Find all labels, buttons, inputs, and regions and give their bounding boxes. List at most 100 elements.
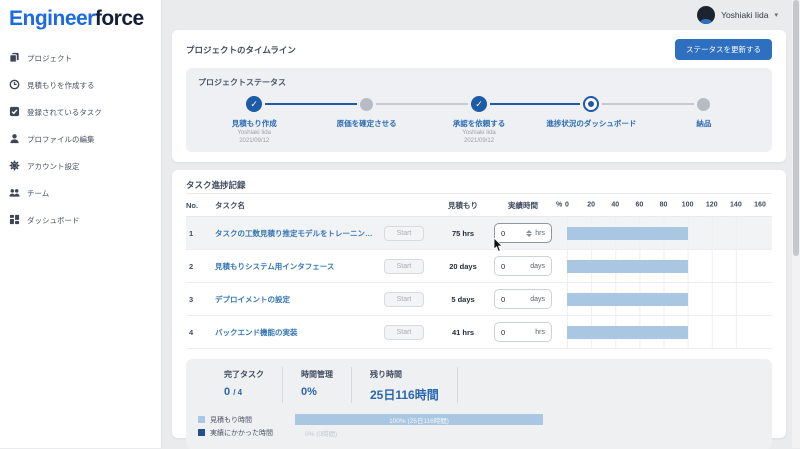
- sidebar-item-create-estimate[interactable]: 見積もりを作成する: [0, 72, 161, 99]
- step-label: 原価を確定させる: [337, 118, 397, 129]
- actual-unit: hrs: [535, 329, 545, 336]
- step-request-approval: ✓ 承認を依頼する Yoshiaki Iida 2021/09/12: [423, 95, 535, 145]
- step-assignee: Yoshiaki Iida: [237, 129, 270, 137]
- task-name-link[interactable]: バックエンド機能の実装: [215, 327, 377, 338]
- stat-label: 残り時間: [370, 369, 439, 380]
- sidebar-item-registered-tasks[interactable]: 登録されているタスク: [0, 99, 161, 126]
- team-icon: [9, 187, 20, 200]
- app-logo[interactable]: Engineerforce: [0, 0, 161, 45]
- stat-label: 完了タスク: [224, 369, 264, 380]
- chevron-down-icon: ▾: [774, 11, 778, 19]
- actual-bar-label: 0% (0時間): [305, 428, 337, 438]
- start-button[interactable]: Start: [384, 325, 424, 340]
- stat-suffix: / 4: [233, 388, 242, 397]
- col-actual: 実績時間: [494, 200, 552, 211]
- estimate-value: 20 days: [439, 262, 487, 271]
- estimate-bar: [567, 227, 688, 240]
- step-progress-dashboard: 進捗状況のダッシュボード: [535, 95, 647, 145]
- sidebar-item-label: アカウント設定: [27, 161, 80, 172]
- sidebar-item-label: プロファイルの編集: [27, 134, 95, 145]
- scrollbar-thumb[interactable]: [793, 0, 799, 256]
- status-panel-title: プロジェクトステータス: [198, 77, 760, 88]
- estimate-bar: [567, 326, 688, 339]
- sidebar-item-label: チーム: [27, 188, 49, 199]
- estimate-bar: [567, 293, 688, 306]
- chart-axis: % 0 20 40 60 80 100 120 140 160: [559, 194, 772, 216]
- axis-tick: 0: [565, 202, 569, 209]
- stat-value: 0: [224, 386, 230, 398]
- stat-label: 時間管理: [301, 369, 333, 380]
- col-name: タスク名: [215, 200, 377, 211]
- sidebar-item-label: プロジェクト: [27, 53, 72, 64]
- status-stepper: ✓ 見積もり作成 Yoshiaki Iida 2021/09/12 原価を確定さ…: [198, 95, 760, 145]
- start-button[interactable]: Start: [384, 292, 424, 307]
- actual-value: 0: [501, 262, 527, 271]
- project-status-panel: プロジェクトステータス ✓ 見積もり作成 Yoshiaki Iida 2021/…: [186, 68, 772, 152]
- step-label: 見積もり作成: [232, 118, 277, 129]
- table-row: 3 デプロイメントの設定 Start 5 days 0 days: [186, 283, 772, 316]
- actual-hours-input[interactable]: 0 hrs: [494, 322, 552, 342]
- estimate-value: 5 days: [439, 295, 487, 304]
- table-row: 2 見積もりシステム用インタフェース Start 20 days 0 days: [186, 250, 772, 283]
- sidebar-item-team[interactable]: チーム: [0, 180, 161, 207]
- start-button[interactable]: Start: [384, 259, 424, 274]
- axis-tick: 120: [706, 202, 718, 209]
- progress-chart-cell: [559, 316, 772, 348]
- step-estimate-created: ✓ 見積もり作成 Yoshiaki Iida 2021/09/12: [198, 95, 310, 145]
- task-table: No. タスク名 見積もり 実績時間 % 0 20 40 60 80 100 1…: [186, 193, 772, 449]
- sidebar-item-account-settings[interactable]: アカウント設定: [0, 153, 161, 180]
- sidebar-item-edit-profile[interactable]: プロファイルの編集: [0, 126, 161, 153]
- step-pending-icon: [697, 98, 710, 111]
- step-done-icon: ✓: [246, 96, 262, 112]
- axis-tick: 80: [660, 202, 668, 209]
- actual-unit: hrs: [535, 230, 545, 237]
- actual-unit: days: [530, 296, 545, 303]
- legend-actual-time: 実績にかかった時間 0% (0時間): [198, 426, 760, 439]
- step-label: 進捗状況のダッシュボード: [546, 118, 636, 129]
- task-name-link[interactable]: デプロイメントの設定: [215, 294, 377, 305]
- progress-chart-cell: [559, 250, 772, 282]
- spinner-arrows[interactable]: [526, 230, 532, 237]
- legend-estimate-time: 見積もり時間 100% (25日116時間): [198, 413, 760, 426]
- update-status-button[interactable]: ステータスを更新する: [675, 39, 772, 60]
- axis-tick: 160: [754, 202, 766, 209]
- estimate-bar-label: 100% (25日116時間): [389, 415, 449, 425]
- start-button[interactable]: Start: [384, 226, 424, 241]
- step-fix-cost: 原価を確定させる: [310, 95, 422, 145]
- stat-completed-tasks: 完了タスク 0 / 4: [198, 367, 283, 403]
- sidebar-item-projects[interactable]: プロジェクト: [0, 45, 161, 72]
- actual-days-input[interactable]: 0 days: [494, 289, 552, 309]
- step-assignee: Yoshiaki Iida: [462, 129, 495, 137]
- create-estimate-icon: [9, 79, 20, 92]
- progress-chart-cell: [559, 217, 772, 249]
- summary-panel: 完了タスク 0 / 4 時間管理 0% 残り時間 25日116時間: [186, 359, 772, 449]
- actual-days-input[interactable]: 0 days: [494, 256, 552, 276]
- table-row: 1 タスクの工数見積り推定モデルをトレーニングする Start 75 hrs 0…: [186, 217, 772, 250]
- sidebar-item-dashboard[interactable]: ダッシュボード: [0, 207, 161, 234]
- legend-label: 実績にかかった時間: [210, 428, 295, 438]
- actual-value: 0: [501, 229, 523, 238]
- step-current-icon: [583, 96, 599, 112]
- actual-value: 0: [501, 328, 532, 337]
- actual-hours-input[interactable]: 0 hrs: [494, 223, 552, 243]
- axis-tick: 100: [682, 202, 694, 209]
- stat-time-management: 時間管理 0%: [283, 367, 352, 403]
- axis-tick: 40: [611, 202, 619, 209]
- user-menu[interactable]: Yoshiaki Iida ▾: [697, 6, 778, 24]
- avatar: [697, 6, 715, 24]
- sidebar-item-label: 見積もりを作成する: [27, 80, 95, 91]
- page-scrollbar: [792, 0, 800, 448]
- stat-value: 0%: [301, 386, 333, 398]
- row-number: 2: [186, 262, 208, 271]
- step-date: 2021/09/12: [239, 137, 269, 145]
- task-progress-card: タスク進捗記録 No. タスク名 見積もり 実績時間 % 0 20 40 60 …: [172, 170, 786, 438]
- main-content: プロジェクトのタイムライン ステータスを更新する プロジェクトステータス ✓ 見…: [172, 0, 786, 438]
- estimate-total-bar: 100% (25日116時間): [295, 414, 543, 425]
- task-name-link[interactable]: 見積もりシステム用インタフェース: [215, 261, 377, 272]
- timeline-card-title: プロジェクトのタイムライン: [186, 44, 296, 56]
- task-card-title: タスク進捗記録: [186, 179, 246, 191]
- task-name-link[interactable]: タスクの工数見積り推定モデルをトレーニングする: [215, 228, 377, 239]
- project-timeline-card: プロジェクトのタイムライン ステータスを更新する プロジェクトステータス ✓ 見…: [172, 30, 786, 162]
- axis-tick: 60: [635, 202, 643, 209]
- sidebar-item-label: 登録されているタスク: [27, 107, 102, 118]
